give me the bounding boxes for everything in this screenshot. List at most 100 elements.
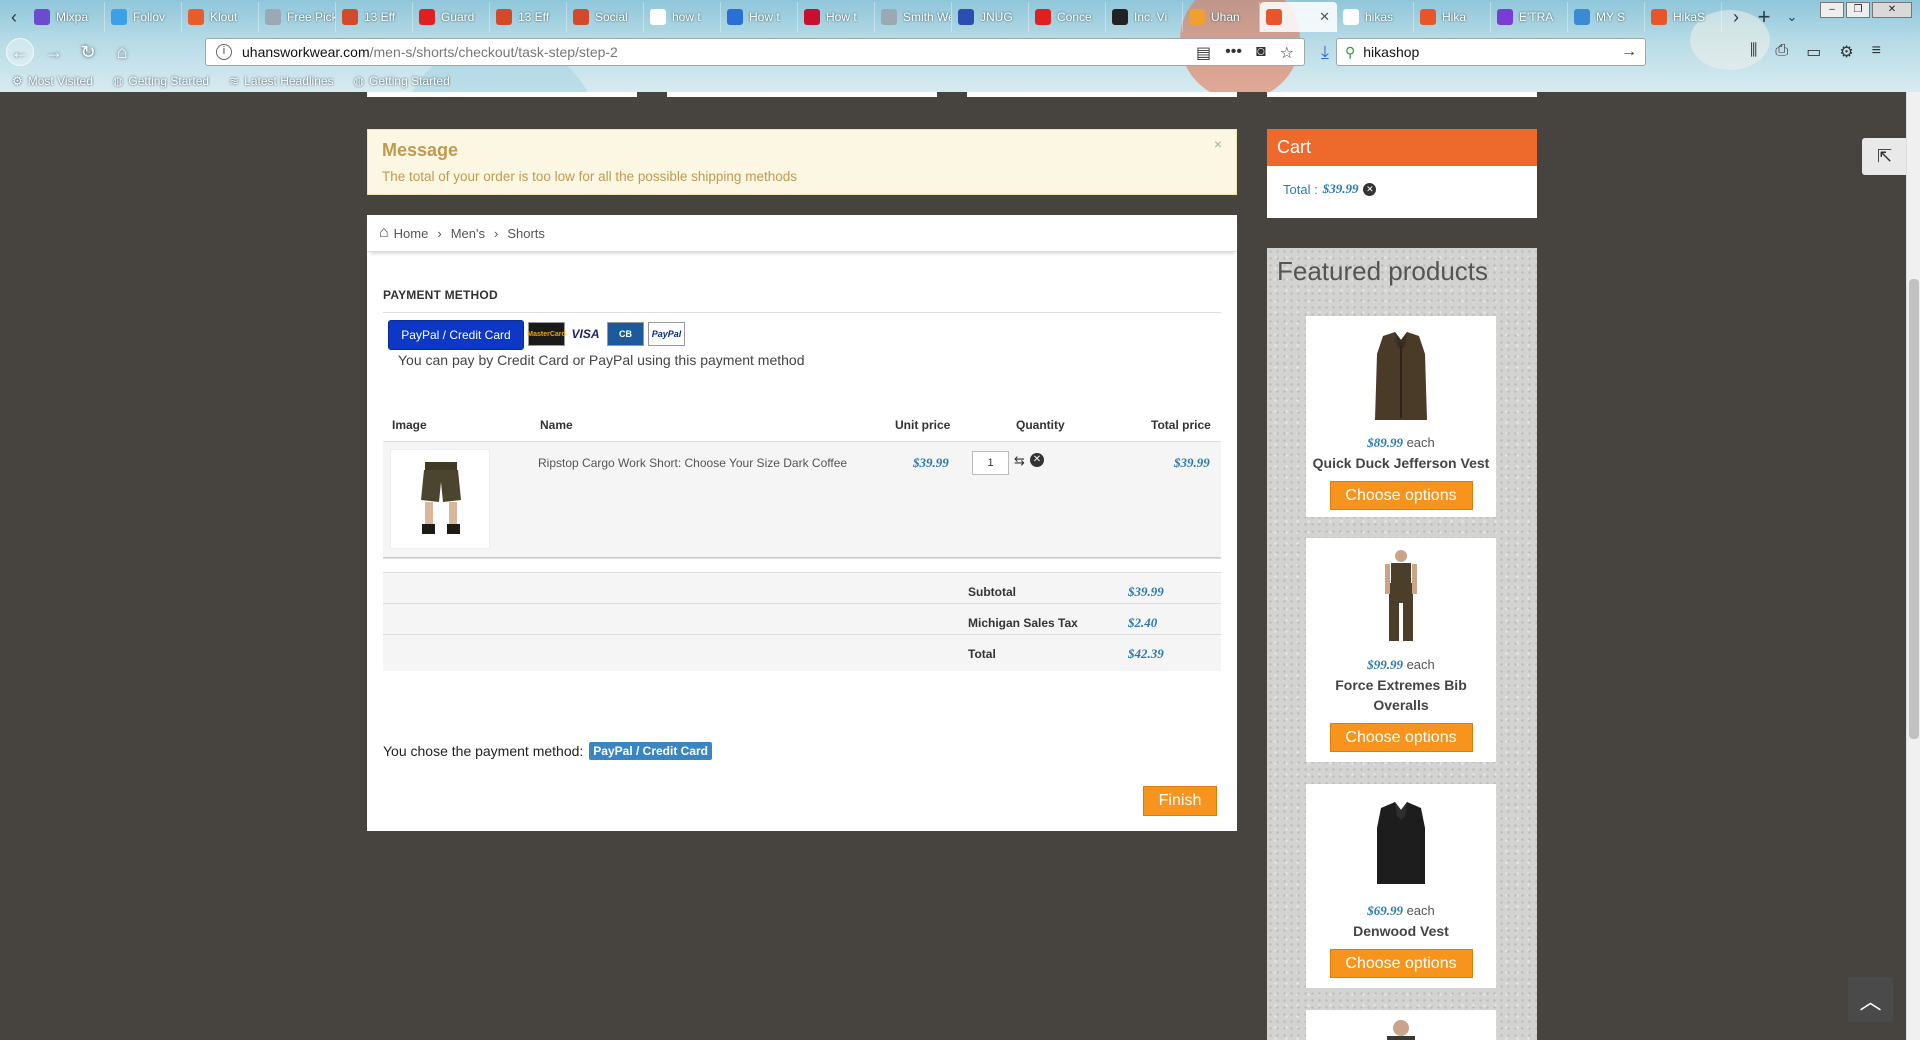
message-title: Message <box>382 140 459 160</box>
browser-tab[interactable]: HikaS <box>1645 2 1722 32</box>
cart-total-line: Total : $39.99 ✕ <box>1267 166 1537 212</box>
scrollbar-thumb[interactable] <box>1909 279 1919 739</box>
page-actions-icon[interactable]: ••• <box>1225 43 1242 63</box>
finish-button[interactable]: Finish <box>1143 786 1217 816</box>
product-image[interactable] <box>1371 1018 1431 1040</box>
tab-favicon-icon <box>419 9 435 25</box>
url-actions: ▤ ••• ◙ ☆ <box>1196 43 1294 63</box>
tab-scroll-left-icon[interactable]: ‹ <box>0 7 28 28</box>
choose-options-button[interactable]: Choose options <box>1329 723 1473 752</box>
home-icon[interactable]: ⌂ <box>108 38 136 66</box>
breadcrumb-mens[interactable]: Men's <box>451 226 485 241</box>
refresh-quantity-icon[interactable]: ⇆ <box>1014 453 1025 469</box>
quantity-input[interactable]: 1 <box>972 451 1009 475</box>
vest-image[interactable] <box>1361 794 1441 894</box>
back-icon[interactable]: ← <box>6 38 34 66</box>
breadcrumb: ⌂ Home › Men's › Shorts <box>367 215 1237 252</box>
tab-favicon-icon <box>1035 9 1051 25</box>
browser-tab[interactable]: Social <box>567 2 644 32</box>
mastercard-icon: MasterCard <box>527 322 566 346</box>
browser-tab[interactable]: Conce <box>1029 2 1106 32</box>
browser-tab[interactable]: Mixpa <box>28 2 105 32</box>
remove-item-icon[interactable]: ✕ <box>1030 453 1044 467</box>
bookmark-item[interactable]: ◍ Getting Started <box>113 74 209 88</box>
menu-icon[interactable]: ≡ <box>1872 42 1881 62</box>
browser-tab[interactable]: Follov <box>105 2 182 32</box>
maximize-icon[interactable]: ❐ <box>1846 2 1870 18</box>
browser-tab[interactable]: How t <box>798 2 875 32</box>
browser-tab[interactable]: MY S <box>1568 2 1645 32</box>
bookmark-item[interactable]: ◍ Getting Started <box>354 74 450 88</box>
browser-tab[interactable]: Uhan <box>1183 2 1260 32</box>
address-bar[interactable]: i uhansworkwear.com/men-s/shorts/checkou… <box>205 38 1305 66</box>
empty-cart-icon[interactable]: ✕ <box>1363 182 1377 196</box>
bookmark-star-icon[interactable]: ☆ <box>1280 43 1294 63</box>
tab-list-chevron-icon[interactable]: ⌄ <box>1778 9 1806 25</box>
search-go-icon[interactable]: → <box>1621 43 1637 61</box>
breadcrumb-home[interactable]: Home <box>394 226 429 241</box>
browser-tab[interactable]: E'TRA <box>1491 2 1568 32</box>
cart-total-label[interactable]: Total : <box>1283 182 1318 197</box>
share-icon[interactable]: ⇱ <box>1862 138 1907 175</box>
bookmark-item[interactable]: ≋ Latest Headlines <box>229 74 333 88</box>
scroll-to-top-icon[interactable]: ︿ <box>1848 977 1893 1022</box>
forward-icon[interactable]: → <box>40 38 68 66</box>
browser-tab[interactable]: How t <box>721 2 798 32</box>
settings-gear-icon[interactable]: ⚙ <box>1839 42 1853 62</box>
browser-tab[interactable]: Hika <box>1414 2 1491 32</box>
browser-tab[interactable]: 13 Eff <box>490 2 567 32</box>
product-name-link[interactable]: Ripstop Cargo Work Short: Choose Your Si… <box>538 456 847 470</box>
cart-total-value[interactable]: $39.99 <box>1323 181 1359 197</box>
featured-products-title: Featured products <box>1277 256 1489 286</box>
browser-tab[interactable]: Klout <box>182 2 259 32</box>
site-info-icon[interactable]: i <box>216 44 232 60</box>
print-icon[interactable]: ⎙ <box>1775 42 1788 62</box>
product-name[interactable]: Denwood Vest <box>1306 921 1496 941</box>
bookmark-item[interactable]: ⚙ Most Visited <box>12 74 93 88</box>
minimize-icon[interactable]: – <box>1820 2 1844 18</box>
navigation-bar: ← → ↻ ⌂ i uhansworkwear.com/men-s/shorts… <box>0 34 1920 70</box>
browser-tab[interactable]: ✕ <box>1260 2 1337 32</box>
page-scrollbar[interactable] <box>1906 92 1920 1040</box>
paypal-credit-card-option[interactable]: PayPal / Credit Card <box>388 320 524 350</box>
vest-image[interactable] <box>1361 326 1441 426</box>
tab-label: How t <box>749 10 780 24</box>
pocket-icon[interactable]: ◙ <box>1256 43 1266 63</box>
close-window-icon[interactable]: ✕ <box>1872 2 1912 18</box>
breadcrumb-shorts[interactable]: Shorts <box>507 226 545 241</box>
browser-tab[interactable]: Free Pick <box>259 2 336 32</box>
shorts-image <box>421 462 461 534</box>
sidebar-icon[interactable]: ▭ <box>1806 42 1821 62</box>
reload-icon[interactable]: ↻ <box>74 38 102 66</box>
reader-view-icon[interactable]: ▤ <box>1196 43 1211 63</box>
tab-label: Inc. Vi <box>1134 10 1168 24</box>
product-thumbnail[interactable] <box>390 449 490 549</box>
browser-tab[interactable]: JNUG <box>952 2 1029 32</box>
product-card <box>1306 1010 1496 1040</box>
browser-tab[interactable]: 13 Eff <box>336 2 413 32</box>
browser-tab[interactable]: Guard <box>413 2 490 32</box>
download-icon[interactable]: ⤓ <box>1311 38 1339 66</box>
globe-icon: ◍ <box>353 74 365 88</box>
tab-strip: ‹ Mixpa Follov Klout Free Pick 13 Eff Guard 13… <box>0 0 1920 34</box>
subtotal-label: Subtotal <box>968 585 1016 599</box>
browser-tab[interactable]: Inc. Vi <box>1106 2 1183 32</box>
browser-tab[interactable]: how t <box>644 2 721 32</box>
browser-tab[interactable]: Smith We <box>875 2 952 32</box>
close-message-icon[interactable]: × <box>1214 136 1222 152</box>
search-bar[interactable]: ⚲ hikashop → <box>1336 38 1646 66</box>
choose-options-button[interactable]: Choose options <box>1329 481 1473 510</box>
choose-options-button[interactable]: Choose options <box>1329 949 1473 978</box>
new-tab-icon[interactable]: + <box>1750 4 1778 30</box>
product-name[interactable]: Quick Duck Jefferson Vest <box>1306 453 1496 473</box>
library-icon[interactable]: ⫼ <box>1750 42 1757 62</box>
tab-scroll-right-icon[interactable]: › <box>1722 7 1750 28</box>
browser-tab[interactable]: hikas <box>1337 2 1414 32</box>
tab-label: Free Pick <box>287 10 336 24</box>
product-name[interactable]: Force Extremes Bib Overalls <box>1306 675 1496 715</box>
close-tab-icon[interactable]: ✕ <box>1319 9 1330 25</box>
search-input[interactable]: hikashop <box>1363 44 1419 60</box>
col-header-image: Image <box>392 418 427 432</box>
tab-favicon-icon <box>1497 9 1513 25</box>
bib-overalls-image[interactable] <box>1361 548 1441 648</box>
